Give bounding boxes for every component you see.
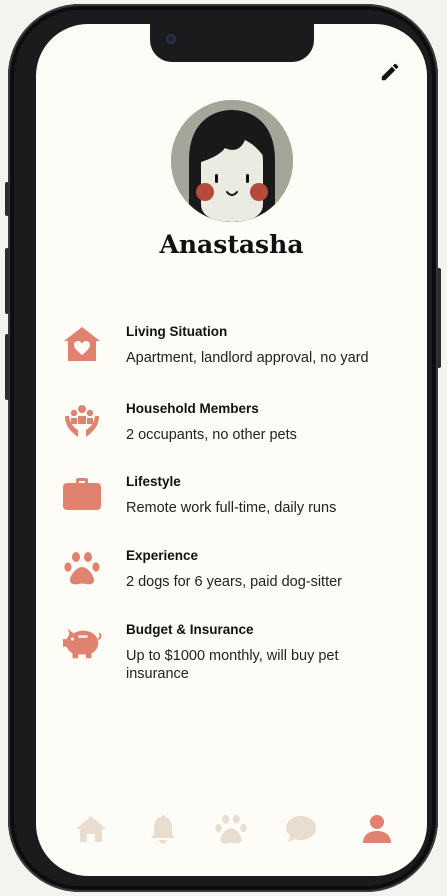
briefcase-icon: [62, 474, 102, 514]
volume-up-button: [5, 248, 9, 314]
home-icon: [76, 816, 106, 842]
avatar: [171, 100, 293, 222]
app-screen: Anastasha Living Situation Apartment, la…: [36, 24, 427, 876]
detail-title: Experience: [126, 548, 199, 563]
power-button: [437, 268, 441, 368]
paw-icon: [62, 548, 102, 588]
detail-title: Living Situation: [126, 324, 228, 339]
detail-description: 2 dogs for 6 years, paid dog-sitter: [126, 574, 343, 590]
detail-description: Remote work full-time, daily runs: [126, 500, 337, 516]
front-camera: [166, 34, 176, 44]
user-icon: [363, 815, 391, 843]
pencil-icon: [381, 63, 399, 81]
profile-name: Anastasha: [159, 230, 304, 259]
edit-profile-button[interactable]: [377, 59, 403, 85]
people-hands-icon: [62, 401, 102, 441]
nav-home[interactable]: [74, 812, 108, 846]
house-heart-icon: [62, 324, 102, 364]
paw-icon: [215, 814, 247, 844]
detail-description: 2 occupants, no other pets: [126, 427, 297, 443]
phone-frame: Anastasha Living Situation Apartment, la…: [5, 4, 441, 892]
chat-icon: [286, 816, 316, 842]
bell-icon: [151, 815, 175, 844]
nav-pets[interactable]: [214, 812, 248, 846]
detail-description: Apartment, landlord approval, no yard: [126, 350, 369, 366]
piggy-bank-icon: [62, 622, 102, 662]
nav-profile[interactable]: [360, 812, 394, 846]
detail-title: Budget & Insurance: [126, 622, 254, 637]
bottom-nav: [36, 804, 427, 854]
detail-title: Lifestyle: [126, 474, 181, 489]
mute-switch: [5, 182, 9, 216]
detail-description: Up to $1000 monthly, will buy pet insura…: [126, 648, 339, 682]
nav-notifications[interactable]: [146, 812, 180, 846]
volume-down-button: [5, 334, 9, 400]
detail-title: Household Members: [126, 401, 259, 416]
notch: [150, 24, 314, 62]
nav-messages[interactable]: [284, 812, 318, 846]
